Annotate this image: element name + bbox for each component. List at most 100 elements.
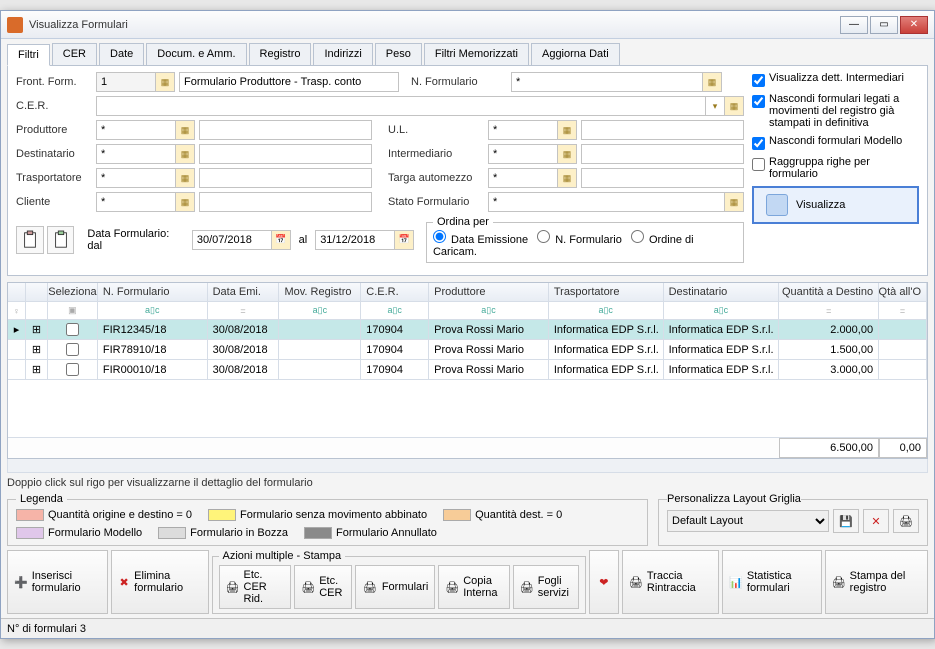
targa-desc-input[interactable]: [581, 168, 744, 188]
produttore-input[interactable]: [96, 120, 176, 140]
cer-dropdown-icon[interactable]: ▾: [705, 96, 725, 116]
col-cer[interactable]: C.E.R.: [361, 283, 429, 301]
cliente-desc-input[interactable]: [199, 192, 372, 212]
minimize-button[interactable]: —: [840, 16, 868, 34]
ul-lookup-icon[interactable]: ▦: [557, 120, 577, 140]
frontform-num-input[interactable]: [96, 72, 156, 92]
tab-peso[interactable]: Peso: [375, 43, 422, 65]
trace-icon: 🖨: [629, 574, 643, 590]
cliente-lookup-icon[interactable]: ▦: [175, 192, 195, 212]
col-destinatario[interactable]: Destinatario: [664, 283, 780, 301]
date-from-picker-icon[interactable]: 📅: [271, 230, 291, 250]
date-to-picker-icon[interactable]: 📅: [394, 230, 414, 250]
fogli-servizi-button[interactable]: 🖨Fogli servizi: [513, 565, 579, 609]
intermediario-lookup-icon[interactable]: ▦: [557, 144, 577, 164]
check-raggruppa[interactable]: Raggruppa righe per formulario: [752, 156, 919, 180]
etc-cer-button[interactable]: 🖨Etc. CER: [294, 565, 352, 609]
grid-filter-row[interactable]: ♀ ▣ a▯c = a▯c a▯c a▯c a▯c a▯c = =: [8, 302, 927, 320]
elimina-button[interactable]: ✖Elimina formulario: [111, 550, 209, 614]
produttore-desc-input[interactable]: [199, 120, 372, 140]
pers-title: Personalizza Layout Griglia: [667, 493, 801, 505]
label-trasportatore: Trasportatore: [16, 172, 96, 184]
grid-hscrollbar[interactable]: [7, 459, 928, 473]
visualizza-button[interactable]: Visualizza: [752, 186, 919, 224]
ordina-opt2[interactable]: N. Formulario: [537, 234, 622, 246]
stato-input[interactable]: [488, 192, 725, 212]
heart-icon: ❤: [596, 574, 612, 590]
destinatario-desc-input[interactable]: [199, 144, 372, 164]
date-to-input[interactable]: [315, 230, 395, 250]
check-vis-intermediari[interactable]: Visualizza dett. Intermediari: [752, 72, 919, 87]
row-checkbox[interactable]: [66, 323, 79, 336]
cliente-input[interactable]: [96, 192, 176, 212]
save-layout-button[interactable]: 💾: [833, 509, 859, 533]
tab-docum[interactable]: Docum. e Amm.: [146, 43, 246, 65]
stampa-registro-button[interactable]: 🖨Stampa del registro: [825, 550, 928, 614]
table-row[interactable]: ⊞FIR00010/1830/08/2018170904Prova Rossi …: [8, 360, 927, 380]
print-layout-button[interactable]: 🖨: [893, 509, 919, 533]
tab-aggiorna[interactable]: Aggiorna Dati: [531, 43, 620, 65]
col-seleziona[interactable]: Seleziona: [48, 283, 98, 301]
frontform-lookup-icon[interactable]: ▦: [155, 72, 175, 92]
intermediario-input[interactable]: [488, 144, 558, 164]
col-movregistro[interactable]: Mov. Registro: [279, 283, 361, 301]
statistica-button[interactable]: 📊Statistica formulari: [722, 550, 822, 614]
etc-cer-rid-button[interactable]: 🖨Etc. CER Rid.: [219, 565, 292, 609]
grid-header-row: Seleziona N. Formulario Data Emi. Mov. R…: [8, 283, 927, 302]
col-nformulario[interactable]: N. Formulario: [98, 283, 208, 301]
action-bar: ➕Inserisci formulario ✖Elimina formulari…: [7, 550, 928, 614]
formulari-button[interactable]: 🖨Formulari: [355, 565, 435, 609]
row-checkbox[interactable]: [66, 343, 79, 356]
tab-filtri[interactable]: Filtri: [7, 44, 50, 66]
clipboard-copy-button[interactable]: [16, 226, 44, 254]
ordina-opt1[interactable]: Data Emissione: [433, 234, 528, 246]
date-from-input[interactable]: [192, 230, 272, 250]
col-produttore[interactable]: Produttore: [429, 283, 549, 301]
tab-filtrimem[interactable]: Filtri Memorizzati: [424, 43, 529, 65]
row-checkbox[interactable]: [66, 363, 79, 376]
frontform-desc-input[interactable]: [179, 72, 399, 92]
inserisci-button[interactable]: ➕Inserisci formulario: [7, 550, 108, 614]
delete-layout-button[interactable]: ✕: [863, 509, 889, 533]
ul-input[interactable]: [488, 120, 558, 140]
tab-cer[interactable]: CER: [52, 43, 97, 65]
trasportatore-lookup-icon[interactable]: ▦: [175, 168, 195, 188]
traccia-button[interactable]: 🖨Traccia Rintraccia: [622, 550, 719, 614]
maximize-button[interactable]: ▭: [870, 16, 898, 34]
copia-interna-button[interactable]: 🖨Copia Interna: [438, 565, 509, 609]
targa-lookup-icon[interactable]: ▦: [557, 168, 577, 188]
printer-icon: 🖨: [226, 579, 240, 595]
trasportatore-input[interactable]: [96, 168, 176, 188]
layout-select[interactable]: Default Layout: [667, 510, 829, 532]
targa-input[interactable]: [488, 168, 558, 188]
stato-lookup-icon[interactable]: ▦: [724, 192, 744, 212]
tab-date[interactable]: Date: [99, 43, 144, 65]
close-button[interactable]: ✕: [900, 16, 928, 34]
label-produttore: Produttore: [16, 124, 96, 136]
check-nascondi-modello[interactable]: Nascondi formulari Modello: [752, 135, 919, 150]
check-nascondi-registro[interactable]: Nascondi formulari legati a movimenti de…: [752, 93, 919, 129]
trasportatore-desc-input[interactable]: [199, 168, 372, 188]
destinatario-input[interactable]: [96, 144, 176, 164]
nformulario-input[interactable]: [511, 72, 703, 92]
produttore-lookup-icon[interactable]: ▦: [175, 120, 195, 140]
col-qtydest[interactable]: Quantità a Destino: [779, 283, 879, 301]
hint-text: Doppio click sul rigo per visualizzarne …: [7, 477, 928, 489]
clipboard-paste-button[interactable]: [47, 226, 75, 254]
tab-indirizzi[interactable]: Indirizzi: [313, 43, 372, 65]
tab-registro[interactable]: Registro: [249, 43, 312, 65]
table-row[interactable]: ▸⊞FIR12345/1830/08/2018170904Prova Rossi…: [8, 320, 927, 340]
cer-clear-icon[interactable]: ▦: [724, 96, 744, 116]
destinatario-lookup-icon[interactable]: ▦: [175, 144, 195, 164]
label-frontform: Front. Form.: [16, 76, 96, 88]
nformulario-clear-icon[interactable]: ▦: [702, 72, 722, 92]
magnifier-icon: [766, 194, 788, 216]
col-qtyorig[interactable]: Qtà all'O: [879, 283, 927, 301]
heart-button[interactable]: ❤: [589, 550, 619, 614]
table-row[interactable]: ⊞FIR78910/1830/08/2018170904Prova Rossi …: [8, 340, 927, 360]
cer-input[interactable]: [96, 96, 706, 116]
col-dataemi[interactable]: Data Emi.: [208, 283, 280, 301]
col-trasportatore[interactable]: Trasportatore: [549, 283, 664, 301]
intermediario-desc-input[interactable]: [581, 144, 744, 164]
ul-desc-input[interactable]: [581, 120, 744, 140]
